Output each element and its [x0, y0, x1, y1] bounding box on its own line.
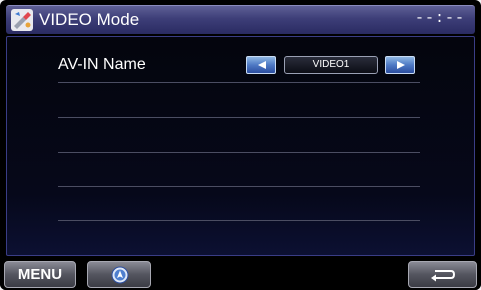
navigation-button[interactable]: [87, 261, 151, 288]
previous-value-button[interactable]: [246, 56, 276, 74]
av-in-name-label: AV-IN Name: [58, 56, 146, 73]
back-icon: [431, 270, 456, 282]
title-bar: VIDEO Mode --:--: [6, 5, 475, 34]
menu-button[interactable]: MENU: [4, 261, 76, 288]
row-divider: [58, 117, 420, 118]
arrow-left-icon: [258, 61, 266, 69]
arrow-right-icon: [397, 61, 405, 69]
row-divider: [58, 186, 420, 187]
next-value-button[interactable]: [385, 56, 415, 74]
navigation-icon: [111, 266, 129, 284]
back-button[interactable]: [408, 261, 477, 288]
av-in-name-value: VIDEO1: [284, 56, 378, 74]
video-settings-icon: [10, 8, 34, 32]
row-divider: [58, 82, 420, 83]
row-divider: [58, 220, 420, 221]
device-screen: VIDEO Mode --:-- AV-IN Name VIDEO1 MENU: [0, 0, 481, 290]
clock-display: --:--: [414, 10, 465, 27]
row-divider: [58, 152, 420, 153]
page-title: VIDEO Mode: [39, 10, 140, 29]
